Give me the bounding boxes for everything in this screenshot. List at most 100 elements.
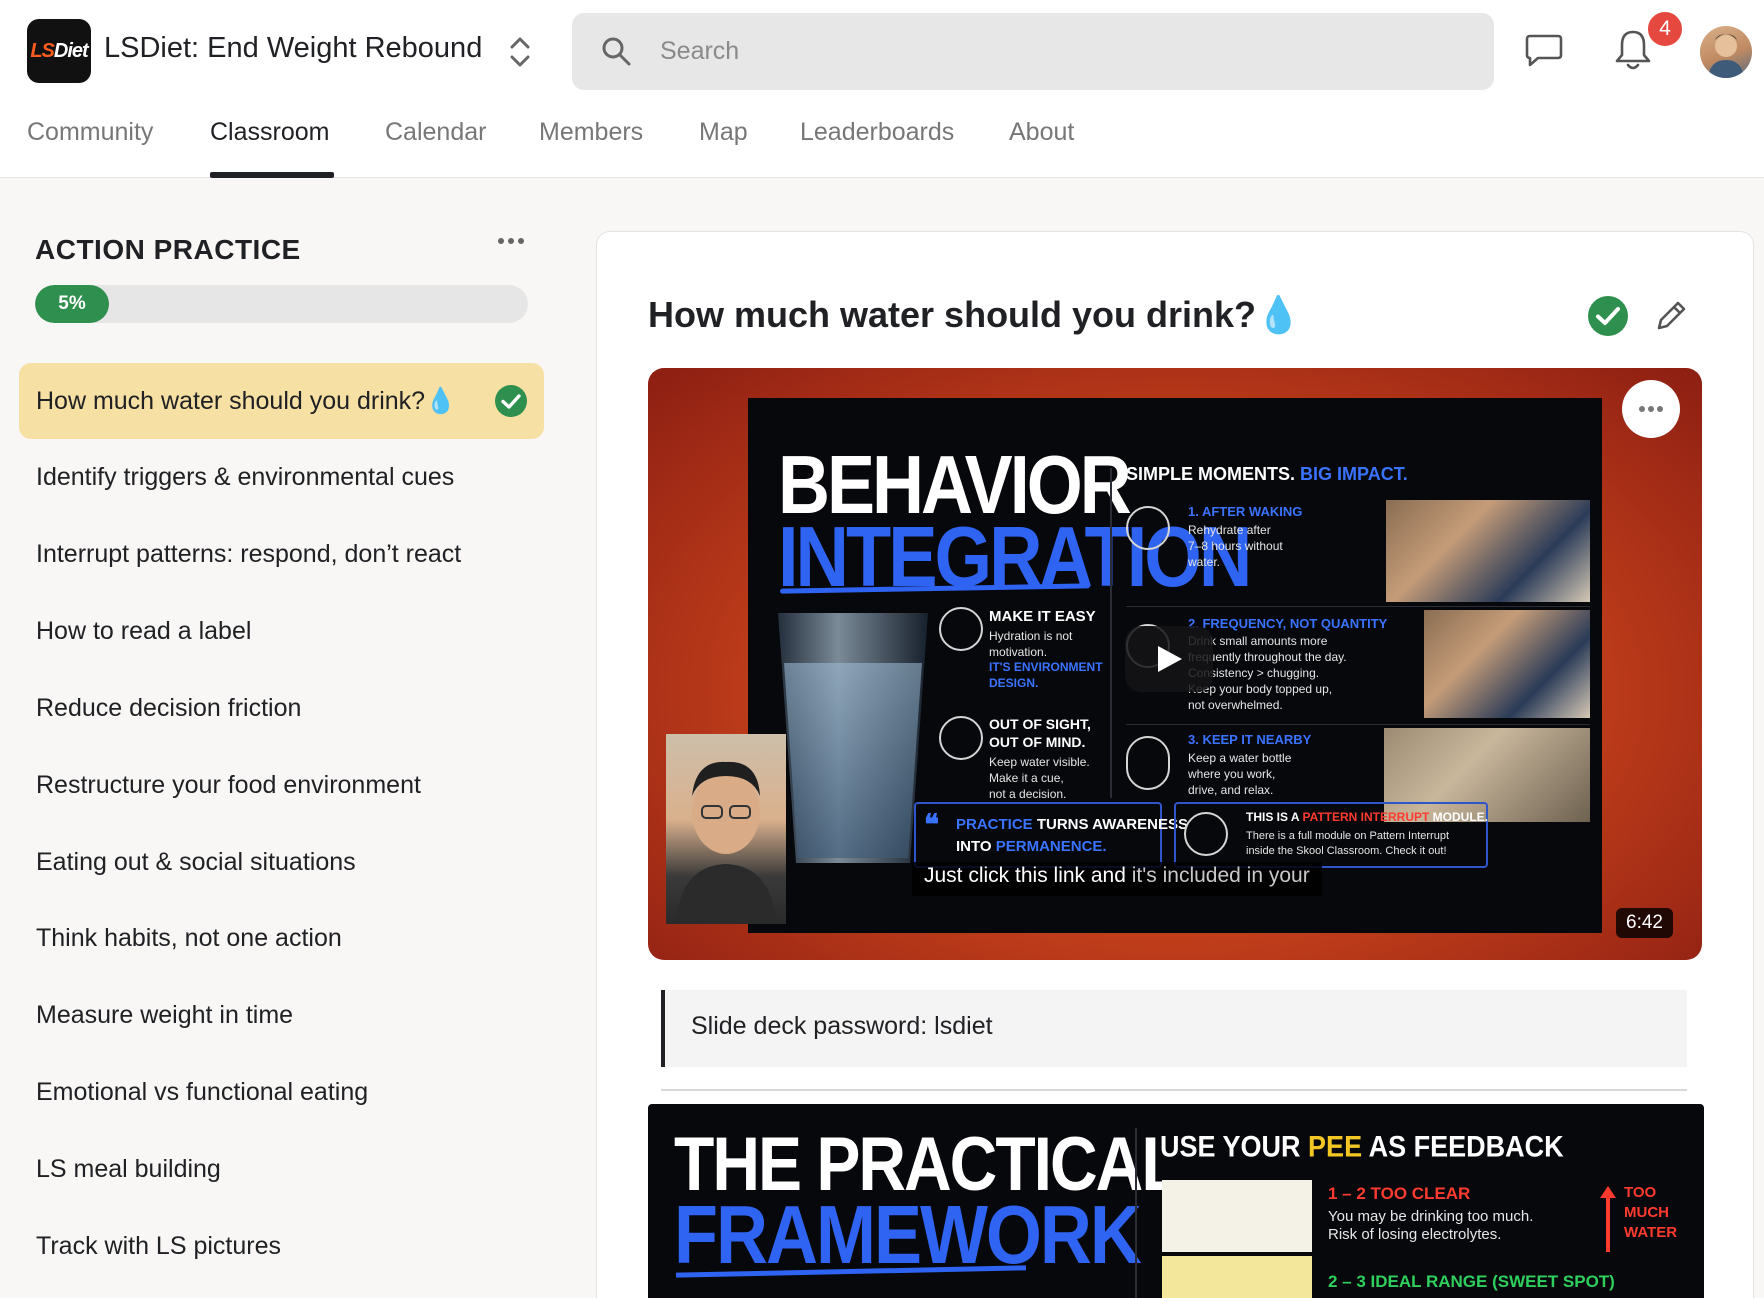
lesson-item-track-pictures[interactable]: Track with LS pictures bbox=[19, 1208, 544, 1284]
lesson-label: Think habits, not one action bbox=[36, 923, 342, 952]
slide-item3-body-3: drive, and relax. bbox=[1188, 783, 1274, 797]
slide-out-of-sight-body-1: Keep water visible. bbox=[989, 755, 1090, 769]
tab-about[interactable]: About bbox=[1009, 118, 1074, 147]
lesson-title: How much water should you drink?💧 bbox=[648, 294, 1301, 335]
quote-into-text: INTO bbox=[956, 838, 996, 855]
quote-practice-text: PRACTICE bbox=[956, 816, 1033, 833]
mark-complete-check-icon[interactable] bbox=[1587, 295, 1629, 342]
lesson-content-panel: How much water should you drink?💧 BEHAVI… bbox=[596, 231, 1754, 1298]
slide-item3-body-1: Keep a water bottle bbox=[1188, 751, 1292, 765]
search-bar[interactable] bbox=[572, 13, 1494, 90]
brain-icon bbox=[1184, 812, 1228, 856]
video-duration: 6:42 bbox=[1616, 908, 1673, 938]
search-input[interactable] bbox=[660, 27, 1440, 75]
tab-members[interactable]: Members bbox=[539, 118, 643, 147]
lesson-item-food-environment[interactable]: Restructure your food environment bbox=[19, 747, 544, 823]
slide-item1-title: 1. AFTER WAKING bbox=[1188, 504, 1303, 519]
slide-item2-body-5: not overwhelmed. bbox=[1188, 698, 1283, 712]
video-caption: Just click this link and it's included i… bbox=[912, 862, 1322, 896]
edit-pencil-icon[interactable] bbox=[1653, 298, 1689, 339]
water-glass-fill bbox=[784, 663, 922, 858]
pee-word-text: PEE bbox=[1308, 1130, 1363, 1163]
urine-color-swatch-clear bbox=[1162, 1180, 1312, 1252]
quote-mark-icon: ❝ bbox=[924, 809, 940, 840]
presenter-webcam-overlay bbox=[666, 734, 786, 924]
lesson-label: Eating out & social situations bbox=[36, 847, 356, 876]
tab-calendar[interactable]: Calendar bbox=[385, 118, 486, 147]
lesson-label: How to read a label bbox=[36, 616, 252, 645]
lesson-item-read-label[interactable]: How to read a label bbox=[19, 593, 544, 669]
notification-count-badge: 4 bbox=[1645, 9, 1685, 49]
community-title[interactable]: LSDiet: End Weight Rebound bbox=[104, 32, 482, 65]
water-bottle-icon bbox=[1126, 736, 1170, 790]
interrupt-red-text: PATTERN INTERRUPT bbox=[1302, 810, 1430, 824]
lesson-item-water[interactable]: How much water should you drink?💧 bbox=[19, 363, 544, 439]
simple-moments-text: SIMPLE MOMENTS. bbox=[1126, 464, 1296, 484]
slide-row-separator bbox=[1126, 606, 1590, 607]
caption-bright-text: Just click this link and bbox=[924, 864, 1132, 887]
lesson-item-interrupt[interactable]: Interrupt patterns: respond, don’t react bbox=[19, 516, 544, 592]
tab-map[interactable]: Map bbox=[699, 118, 748, 147]
course-sidebar: ACTION PRACTICE 5% How much water should… bbox=[0, 178, 560, 1298]
slide-item2-title: 2. FREQUENCY, NOT QUANTITY bbox=[1188, 616, 1388, 631]
lesson-label: LS meal building bbox=[36, 1154, 221, 1183]
level2-title: 2 – 3 IDEAL RANGE (SWEET SPOT) bbox=[1328, 1272, 1615, 1291]
level1-tag-3: WATER bbox=[1624, 1224, 1678, 1241]
target-icon bbox=[939, 607, 983, 651]
tab-classroom[interactable]: Classroom bbox=[210, 118, 329, 147]
level1-title: 1 – 2 TOO CLEAR bbox=[1328, 1184, 1471, 1203]
lesson-item-emotional-eating[interactable]: Emotional vs functional eating bbox=[19, 1054, 544, 1130]
community-switcher-icon[interactable] bbox=[505, 32, 535, 72]
lightbulb-icon bbox=[939, 716, 983, 760]
chat-icon[interactable] bbox=[1524, 32, 1564, 73]
slide-item3-title: 3. KEEP IT NEARBY bbox=[1188, 732, 1312, 747]
community-logo[interactable]: LS Diet bbox=[27, 19, 91, 83]
slide-interrupt-body-2: inside the Skool Classroom. Check it out… bbox=[1246, 845, 1447, 857]
lesson-item-triggers[interactable]: Identify triggers & environmental cues bbox=[19, 439, 544, 515]
module-options-icon[interactable] bbox=[496, 234, 526, 253]
lesson-item-measure-weight[interactable]: Measure weight in time bbox=[19, 977, 544, 1053]
interrupt-this-text: THIS IS A bbox=[1246, 810, 1303, 824]
urine-color-swatch-pale bbox=[1162, 1256, 1312, 1298]
lesson-video-player[interactable]: BEHAVIOR INTEGRATION MAKE IT EASY Hydrat… bbox=[648, 368, 1702, 960]
play-icon bbox=[1158, 646, 1182, 672]
slide-item3-body-2: where you work, bbox=[1188, 767, 1276, 781]
user-avatar[interactable] bbox=[1700, 26, 1752, 78]
lesson-item-decision-friction[interactable]: Reduce decision friction bbox=[19, 670, 544, 746]
password-text: Slide deck password: lsdiet bbox=[691, 1012, 993, 1040]
slide-out-of-sight-body-2: Make it a cue, bbox=[989, 771, 1064, 785]
framework-divider bbox=[1135, 1128, 1137, 1298]
tab-leaderboards[interactable]: Leaderboards bbox=[800, 118, 954, 147]
slide-make-it-easy-blue-1: IT'S ENVIRONMENT bbox=[989, 660, 1103, 674]
framework-slide-image: THE PRACTICAL FRAMEWORK USE YOUR PEE AS … bbox=[648, 1104, 1704, 1298]
slide-item1-body-1: Rehydrate after bbox=[1188, 523, 1271, 537]
video-options-button[interactable] bbox=[1622, 380, 1680, 438]
man-drinking-photo-2 bbox=[1424, 610, 1590, 718]
sunrise-icon bbox=[1126, 506, 1170, 550]
lesson-item-eating-out[interactable]: Eating out & social situations bbox=[19, 824, 544, 900]
search-icon bbox=[602, 37, 631, 66]
slide-make-it-easy-blue-2: DESIGN. bbox=[989, 676, 1039, 690]
slide-interrupt-body-1: There is a full module on Pattern Interr… bbox=[1246, 830, 1449, 842]
caption-dim-text: it's included in your bbox=[1131, 864, 1310, 887]
arrow-up-icon bbox=[1600, 1186, 1616, 1252]
slide-interrupt-title: THIS IS A PATTERN INTERRUPT MODULE. bbox=[1246, 810, 1488, 824]
lesson-item-meal-building[interactable]: LS meal building bbox=[19, 1131, 544, 1207]
module-title: ACTION PRACTICE bbox=[35, 234, 301, 265]
slide-make-it-easy-body-2: motivation. bbox=[989, 645, 1048, 659]
lesson-label: Restructure your food environment bbox=[36, 770, 421, 799]
password-blockquote: Slide deck password: lsdiet bbox=[661, 990, 1687, 1067]
lesson-label: Track with LS pictures bbox=[36, 1231, 281, 1260]
lesson-label: Identify triggers & environmental cues bbox=[36, 462, 455, 491]
slide-quote-line-1: PRACTICE TURNS AWARENESS bbox=[956, 816, 1188, 833]
logo-text-diet: Diet bbox=[53, 39, 89, 62]
top-header: LSDiet LSDiet: End Weight Rebound 4 Comm… bbox=[0, 0, 1764, 178]
slide-quote-line-2: INTO PERMANENCE. bbox=[956, 838, 1107, 855]
man-drinking-photo-1 bbox=[1386, 500, 1590, 602]
interrupt-module-text: MODULE. bbox=[1429, 810, 1489, 824]
lesson-item-think-habits[interactable]: Think habits, not one action bbox=[19, 900, 544, 976]
content-divider bbox=[661, 1089, 1687, 1091]
pee-rest-text: AS FEEDBACK bbox=[1362, 1130, 1564, 1163]
play-button[interactable] bbox=[1125, 626, 1213, 692]
tab-community[interactable]: Community bbox=[27, 118, 153, 147]
